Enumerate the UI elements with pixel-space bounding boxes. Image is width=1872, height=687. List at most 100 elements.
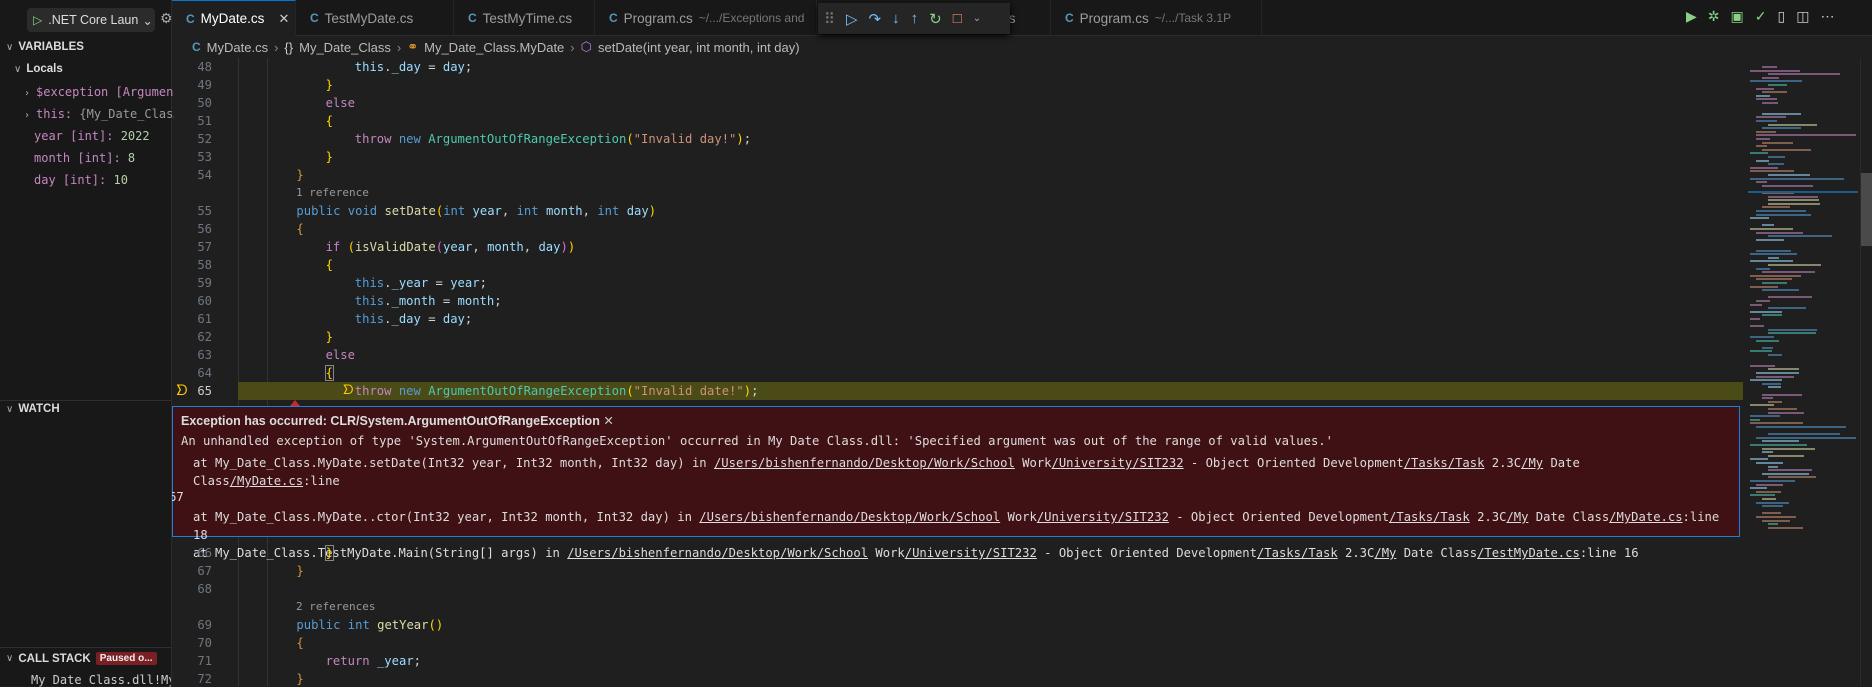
chevron-right-icon: ›	[24, 110, 31, 121]
callstack-section-header[interactable]: ∨ CALL STACK Paused o...	[6, 652, 157, 665]
open-changes-icon[interactable]: ▯	[1777, 8, 1785, 25]
stack-file-link[interactable]: /University/SIT232	[1052, 456, 1184, 470]
breadcrumb-class[interactable]: My_Date_Class.MyDate	[424, 40, 564, 55]
launch-config-select[interactable]: ▷ .NET Core Laun ⌄	[27, 8, 155, 32]
step-into-icon[interactable]: ↓	[892, 10, 900, 27]
code-text: }	[324, 544, 334, 562]
chevron-down-icon[interactable]: ⌄	[973, 13, 981, 24]
breadcrumb-namespace[interactable]: My_Date_Class	[299, 40, 391, 55]
stack-file-link[interactable]: /MyDate.cs	[1609, 510, 1682, 524]
stack-file-link[interactable]: /My	[1506, 510, 1528, 524]
check-icon[interactable]: ✓	[1755, 8, 1767, 25]
tab-label: Program.cs	[1079, 10, 1149, 26]
step-over-icon[interactable]: ↷	[869, 10, 882, 28]
code-text: {	[326, 112, 333, 130]
close-icon[interactable]: ✕	[603, 414, 613, 428]
stack-line-wrap: 67	[172, 490, 184, 504]
step-out-icon[interactable]: ↑	[911, 10, 919, 27]
code-text: this._month = month;	[355, 292, 502, 310]
code-token: )	[567, 240, 576, 254]
continue-icon[interactable]: ▷	[846, 10, 858, 28]
close-icon[interactable]: ✕	[278, 11, 289, 27]
minimap[interactable]	[1748, 58, 1858, 686]
code-line: 54}	[172, 166, 1743, 184]
breadcrumb-method[interactable]: setDate(int year, int month, int day)	[598, 40, 800, 55]
code-token: (	[626, 384, 634, 398]
minimap-line	[1756, 138, 1771, 140]
run-icon[interactable]: ▶	[1686, 8, 1697, 25]
class-icon: ⚭	[407, 39, 419, 54]
code-editor[interactable]: 48 this._day = day; 49} 50 else 51{52 throw ne…	[172, 58, 1743, 686]
codelens-references[interactable]: 2 references	[172, 598, 1743, 616]
minimap-line	[1756, 120, 1777, 122]
code-token: }	[296, 168, 304, 182]
tab-5[interactable]: C Program.cs ~/.../Task 3.1P	[1051, 0, 1262, 36]
code-token: this	[354, 312, 385, 326]
watch-title: WATCH	[18, 403, 60, 415]
variable-item[interactable]: day [int]: 10	[34, 173, 184, 187]
more-actions-icon[interactable]: ⋯	[1820, 8, 1834, 25]
stack-file-link[interactable]: /Users/bishenfernando/Desktop/Work/Schoo…	[699, 510, 1000, 524]
minimap-line	[1768, 433, 1841, 436]
minimap-line	[1750, 303, 1763, 306]
restart-icon[interactable]: ↻	[929, 10, 942, 28]
stack-file-link[interactable]: /MyDate.cs	[230, 474, 303, 488]
code-token: int	[597, 204, 620, 218]
debug-run-icon[interactable]: ✲	[1708, 8, 1720, 25]
minimap-line	[1756, 436, 1856, 439]
vertical-scrollbar[interactable]	[1860, 58, 1872, 686]
locals-scope[interactable]: ∨ Locals	[14, 63, 63, 75]
code-token: }	[325, 78, 333, 92]
minimap-line	[1756, 213, 1811, 216]
variable-item[interactable]: year [int]: 2022	[34, 129, 184, 143]
minimap-line	[1756, 426, 1846, 428]
code-token: ,	[501, 204, 517, 218]
tab-0[interactable]: C MyDate.cs ✕	[172, 0, 296, 36]
drag-handle-icon[interactable]: ⠿	[824, 10, 835, 28]
stack-file-link[interactable]: /Users/bishenfernando/Desktop/Work/Schoo…	[714, 456, 1015, 470]
tab-1[interactable]: C TestMyDate.cs	[296, 0, 454, 36]
code-text: this._year = year;	[355, 274, 487, 292]
callstack-item[interactable]: My Date Class.dll!My_Date	[31, 673, 171, 687]
code-token: month	[457, 294, 495, 308]
tab-3[interactable]: C Program.cs ~/.../Exceptions and	[595, 0, 817, 36]
minimap-line	[1768, 465, 1779, 468]
minimap-line	[1768, 411, 1804, 414]
tab-2[interactable]: C TestMyTime.cs	[454, 0, 595, 36]
debug-sidebar: ▷ .NET Core Laun ⌄ ⚙ ∨ VARIABLES ∨ Locals …	[0, 0, 174, 687]
stack-file-link[interactable]: /Tasks/Task	[1389, 510, 1470, 524]
minimap-line	[1750, 480, 1796, 482]
gear-icon[interactable]: ⚙	[160, 10, 173, 27]
code-text: throw new ArgumentOutOfRangeException("I…	[355, 382, 759, 400]
stack-file-link[interactable]: /My	[1521, 456, 1543, 470]
code-line: 52 throw new ArgumentOutOfRangeException(…	[172, 130, 1743, 148]
minimap-line	[1756, 116, 1786, 119]
minimap-line	[1756, 231, 1804, 234]
variable-name: day [int]:	[34, 173, 107, 187]
split-editor-icon[interactable]: ◫	[1796, 8, 1809, 25]
stop-icon[interactable]: □	[953, 10, 962, 27]
codelens-references[interactable]: 1 reference	[172, 184, 1743, 202]
variables-section-header[interactable]: ∨ VARIABLES	[6, 41, 84, 53]
start-debug-icon[interactable]: ▷	[33, 13, 42, 27]
minimap-line	[1762, 519, 1790, 522]
minimap-line	[1756, 249, 1791, 252]
csharp-file-icon: C	[468, 11, 477, 25]
line-number: 50	[197, 96, 212, 110]
variable-item[interactable]: › this: {My_Date_Clas…	[24, 107, 174, 121]
run-in-terminal-icon[interactable]: ▣	[1731, 8, 1744, 25]
watch-section-header[interactable]: ∨ WATCH	[6, 403, 60, 415]
code-token: )	[648, 204, 657, 218]
stack-file-link[interactable]: /University/SIT232	[1037, 510, 1169, 524]
minimap-line	[1768, 400, 1782, 403]
stack-file-link[interactable]: /Tasks/Task	[1404, 456, 1485, 470]
code-token: {	[324, 365, 334, 381]
line-number: 72	[197, 672, 212, 686]
scrollbar-thumb[interactable]	[1861, 173, 1872, 246]
variable-item[interactable]: month [int]: 8	[34, 151, 184, 165]
minimap-line	[1762, 393, 1803, 396]
minimap-line	[1756, 490, 1782, 493]
variable-item[interactable]: › $exception [Argument	[24, 85, 174, 99]
breadcrumb-file[interactable]: MyDate.cs	[207, 40, 268, 55]
